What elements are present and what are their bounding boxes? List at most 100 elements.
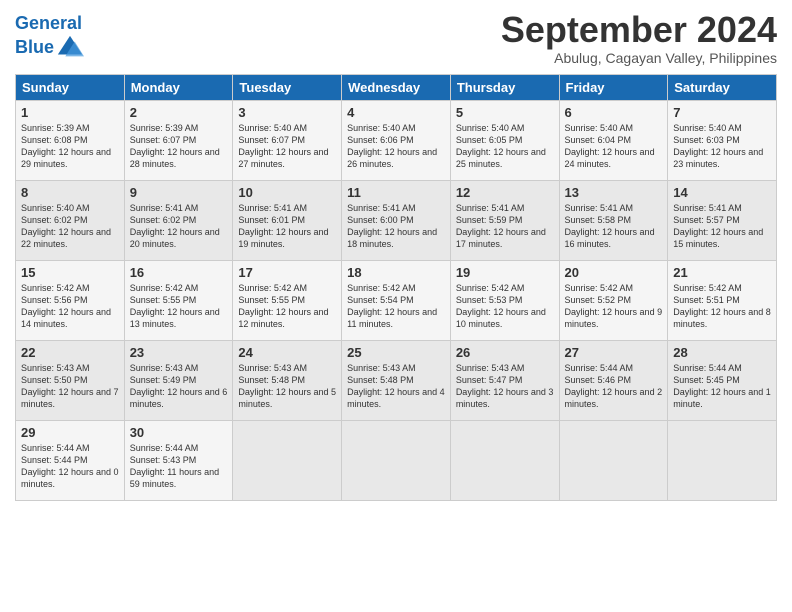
cell-content: Sunrise: 5:42 AM Sunset: 5:55 PM Dayligh… <box>130 282 228 331</box>
cell-content: Sunrise: 5:44 AM Sunset: 5:43 PM Dayligh… <box>130 442 228 491</box>
cell-content: Sunrise: 5:42 AM Sunset: 5:51 PM Dayligh… <box>673 282 771 331</box>
calendar-cell <box>233 420 342 500</box>
day-number: 22 <box>21 345 119 360</box>
calendar-table: SundayMondayTuesdayWednesdayThursdayFrid… <box>15 74 777 501</box>
day-number: 26 <box>456 345 554 360</box>
cell-content: Sunrise: 5:44 AM Sunset: 5:44 PM Dayligh… <box>21 442 119 491</box>
calendar-cell: 18 Sunrise: 5:42 AM Sunset: 5:54 PM Dayli… <box>342 260 451 340</box>
day-number: 13 <box>565 185 663 200</box>
day-number: 2 <box>130 105 228 120</box>
column-header-tuesday: Tuesday <box>233 74 342 100</box>
cell-content: Sunrise: 5:40 AM Sunset: 6:03 PM Dayligh… <box>673 122 771 171</box>
logo-text: General <box>15 14 84 34</box>
calendar-cell: 1 Sunrise: 5:39 AM Sunset: 6:08 PM Daylig… <box>16 100 125 180</box>
cell-content: Sunrise: 5:43 AM Sunset: 5:48 PM Dayligh… <box>238 362 336 411</box>
calendar-cell: 17 Sunrise: 5:42 AM Sunset: 5:55 PM Dayli… <box>233 260 342 340</box>
cell-content: Sunrise: 5:41 AM Sunset: 6:01 PM Dayligh… <box>238 202 336 251</box>
day-number: 23 <box>130 345 228 360</box>
logo-icon <box>56 34 84 62</box>
cell-content: Sunrise: 5:42 AM Sunset: 5:54 PM Dayligh… <box>347 282 445 331</box>
calendar-cell: 30 Sunrise: 5:44 AM Sunset: 5:43 PM Dayli… <box>124 420 233 500</box>
week-row-3: 15Sunrise: 5:42 AM Sunset: 5:56 PM Dayli… <box>16 260 777 340</box>
calendar-cell: 16 Sunrise: 5:42 AM Sunset: 5:55 PM Dayli… <box>124 260 233 340</box>
location: Abulug, Cagayan Valley, Philippines <box>501 50 777 66</box>
title-block: September 2024 Abulug, Cagayan Valley, P… <box>501 10 777 66</box>
day-number: 7 <box>673 105 771 120</box>
cell-content: Sunrise: 5:39 AM Sunset: 6:07 PM Dayligh… <box>130 122 228 171</box>
day-number: 9 <box>130 185 228 200</box>
calendar-cell: 29 Sunrise: 5:44 AM Sunset: 5:44 PM Dayli… <box>16 420 125 500</box>
day-number: 28 <box>673 345 771 360</box>
header-row: SundayMondayTuesdayWednesdayThursdayFrid… <box>16 74 777 100</box>
calendar-cell: 25 Sunrise: 5:43 AM Sunset: 5:48 PM Dayli… <box>342 340 451 420</box>
calendar-cell: 7 Sunrise: 5:40 AM Sunset: 6:03 PM Daylig… <box>668 100 777 180</box>
cell-content: Sunrise: 5:42 AM Sunset: 5:53 PM Dayligh… <box>456 282 554 331</box>
calendar-cell: 8Sunrise: 5:40 AM Sunset: 6:02 PM Daylig… <box>16 180 125 260</box>
calendar-cell: 4Sunrise: 5:40 AM Sunset: 6:06 PM Daylig… <box>342 100 451 180</box>
day-number: 29 <box>21 425 119 440</box>
day-number: 16 <box>130 265 228 280</box>
logo: General Blue <box>15 14 84 62</box>
cell-content: Sunrise: 5:42 AM Sunset: 5:55 PM Dayligh… <box>238 282 336 331</box>
calendar-cell: 5 Sunrise: 5:40 AM Sunset: 6:05 PM Daylig… <box>450 100 559 180</box>
calendar-cell: 2 Sunrise: 5:39 AM Sunset: 6:07 PM Daylig… <box>124 100 233 180</box>
cell-content: Sunrise: 5:41 AM Sunset: 5:58 PM Dayligh… <box>565 202 663 251</box>
month-title: September 2024 <box>501 10 777 50</box>
cell-content: Sunrise: 5:44 AM Sunset: 5:46 PM Dayligh… <box>565 362 663 411</box>
calendar-cell: 21Sunrise: 5:42 AM Sunset: 5:51 PM Dayli… <box>668 260 777 340</box>
column-header-monday: Monday <box>124 74 233 100</box>
calendar-cell: 10 Sunrise: 5:41 AM Sunset: 6:01 PM Dayli… <box>233 180 342 260</box>
day-number: 12 <box>456 185 554 200</box>
day-number: 30 <box>130 425 228 440</box>
day-number: 1 <box>21 105 119 120</box>
calendar-cell: 11Sunrise: 5:41 AM Sunset: 6:00 PM Dayli… <box>342 180 451 260</box>
calendar-cell: 23 Sunrise: 5:43 AM Sunset: 5:49 PM Dayli… <box>124 340 233 420</box>
cell-content: Sunrise: 5:43 AM Sunset: 5:48 PM Dayligh… <box>347 362 445 411</box>
day-number: 11 <box>347 185 445 200</box>
calendar-cell: 15Sunrise: 5:42 AM Sunset: 5:56 PM Dayli… <box>16 260 125 340</box>
calendar-cell: 12 Sunrise: 5:41 AM Sunset: 5:59 PM Dayli… <box>450 180 559 260</box>
cell-content: Sunrise: 5:41 AM Sunset: 5:59 PM Dayligh… <box>456 202 554 251</box>
calendar-cell: 20Sunrise: 5:42 AM Sunset: 5:52 PM Dayli… <box>559 260 668 340</box>
column-header-friday: Friday <box>559 74 668 100</box>
column-header-thursday: Thursday <box>450 74 559 100</box>
day-number: 15 <box>21 265 119 280</box>
column-header-saturday: Saturday <box>668 74 777 100</box>
cell-content: Sunrise: 5:40 AM Sunset: 6:06 PM Dayligh… <box>347 122 445 171</box>
calendar-cell: 26Sunrise: 5:43 AM Sunset: 5:47 PM Dayli… <box>450 340 559 420</box>
calendar-cell <box>559 420 668 500</box>
day-number: 19 <box>456 265 554 280</box>
week-row-5: 29 Sunrise: 5:44 AM Sunset: 5:44 PM Dayli… <box>16 420 777 500</box>
cell-content: Sunrise: 5:42 AM Sunset: 5:52 PM Dayligh… <box>565 282 663 331</box>
calendar-cell: 13 Sunrise: 5:41 AM Sunset: 5:58 PM Dayli… <box>559 180 668 260</box>
day-number: 17 <box>238 265 336 280</box>
calendar-cell: 6 Sunrise: 5:40 AM Sunset: 6:04 PM Daylig… <box>559 100 668 180</box>
logo-blue-text: Blue <box>15 38 54 58</box>
calendar-cell: 14Sunrise: 5:41 AM Sunset: 5:57 PM Dayli… <box>668 180 777 260</box>
day-number: 3 <box>238 105 336 120</box>
calendar-cell <box>342 420 451 500</box>
page-container: General Blue September 2024 Abulug, Caga… <box>0 0 792 511</box>
week-row-2: 8Sunrise: 5:40 AM Sunset: 6:02 PM Daylig… <box>16 180 777 260</box>
calendar-cell: 9 Sunrise: 5:41 AM Sunset: 6:02 PM Daylig… <box>124 180 233 260</box>
day-number: 5 <box>456 105 554 120</box>
cell-content: Sunrise: 5:43 AM Sunset: 5:49 PM Dayligh… <box>130 362 228 411</box>
day-number: 14 <box>673 185 771 200</box>
column-header-sunday: Sunday <box>16 74 125 100</box>
day-number: 6 <box>565 105 663 120</box>
day-number: 8 <box>21 185 119 200</box>
calendar-cell: 24Sunrise: 5:43 AM Sunset: 5:48 PM Dayli… <box>233 340 342 420</box>
cell-content: Sunrise: 5:40 AM Sunset: 6:05 PM Dayligh… <box>456 122 554 171</box>
page-header: General Blue September 2024 Abulug, Caga… <box>15 10 777 66</box>
cell-content: Sunrise: 5:39 AM Sunset: 6:08 PM Dayligh… <box>21 122 119 171</box>
cell-content: Sunrise: 5:41 AM Sunset: 6:02 PM Dayligh… <box>130 202 228 251</box>
day-number: 25 <box>347 345 445 360</box>
day-number: 10 <box>238 185 336 200</box>
cell-content: Sunrise: 5:43 AM Sunset: 5:50 PM Dayligh… <box>21 362 119 411</box>
calendar-cell <box>668 420 777 500</box>
cell-content: Sunrise: 5:40 AM Sunset: 6:07 PM Dayligh… <box>238 122 336 171</box>
cell-content: Sunrise: 5:40 AM Sunset: 6:04 PM Dayligh… <box>565 122 663 171</box>
day-number: 18 <box>347 265 445 280</box>
week-row-4: 22 Sunrise: 5:43 AM Sunset: 5:50 PM Dayli… <box>16 340 777 420</box>
calendar-cell: 28Sunrise: 5:44 AM Sunset: 5:45 PM Dayli… <box>668 340 777 420</box>
